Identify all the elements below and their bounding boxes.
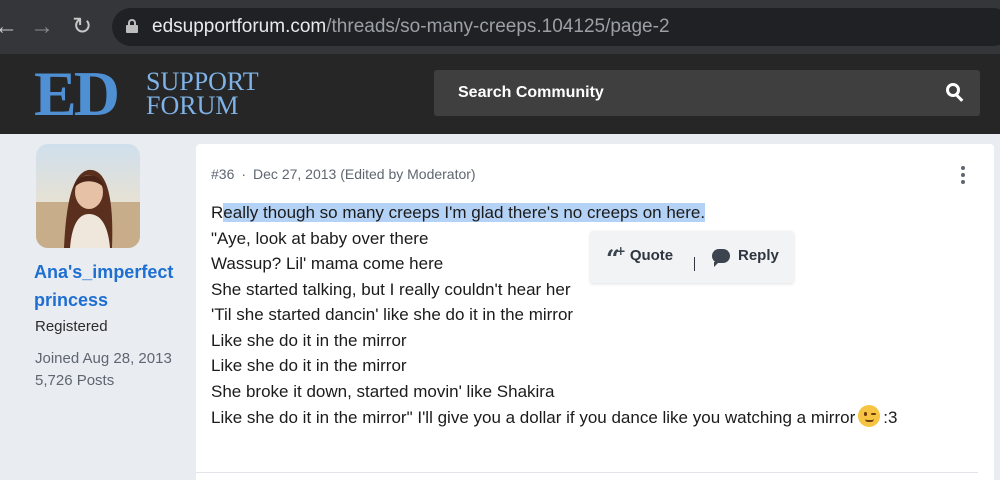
- quote-label: Quote: [629, 247, 674, 264]
- post-line: Like she do it in the mirror: [211, 356, 407, 375]
- selected-text: eally though so many creeps I'm glad the…: [223, 203, 706, 222]
- logo-wordmark: SUPPORT FORUM: [146, 69, 259, 120]
- selection-popup: “+ Quote Reply: [590, 231, 794, 283]
- meta-separator: ·: [241, 166, 247, 182]
- logo-mark: ED: [34, 58, 120, 129]
- reply-button[interactable]: Reply: [712, 247, 779, 267]
- user-join-date: Joined Aug 28, 2013: [35, 350, 172, 367]
- post-date[interactable]: Dec 27, 2013 (Edited by Moderator): [253, 166, 476, 182]
- url-path: /threads/so-many-creeps.104125/page-2: [326, 16, 670, 37]
- post-meta: #36 · Dec 27, 2013 (Edited by Moderator): [211, 166, 476, 182]
- user-post-count: 5,726 Posts: [35, 372, 115, 389]
- popup-divider: [694, 257, 695, 271]
- more-options-icon[interactable]: [960, 166, 966, 184]
- wink-emoji-icon: [858, 405, 881, 427]
- search-placeholder: Search Community: [458, 84, 604, 101]
- post-line: Really though so many creeps I'm glad th…: [211, 200, 981, 226]
- post-line: Like she do it in the mirror" I'll give …: [211, 404, 981, 432]
- post-divider: [196, 472, 978, 473]
- post-line: 'Til she started dancin' like she do it …: [211, 305, 574, 324]
- address-bar[interactable]: edsupportforum.com/threads/so-many-creep…: [112, 8, 1000, 46]
- back-arrow-icon[interactable]: ←: [0, 14, 18, 40]
- browser-toolbar: ← → ↻ edsupportforum.com/threads/so-many…: [0, 0, 1000, 54]
- url-domain: edsupportforum.com: [152, 16, 327, 37]
- post-line: Like she do it in the mirror: [211, 330, 407, 350]
- lock-icon[interactable]: [126, 19, 138, 33]
- search-icon[interactable]: [946, 83, 966, 103]
- speech-bubble-icon: [712, 248, 730, 267]
- quote-button[interactable]: “+ Quote: [606, 243, 674, 273]
- forward-arrow-icon[interactable]: →: [30, 14, 54, 40]
- post-author-name[interactable]: Ana's_imperfect princess: [34, 258, 194, 314]
- logo-line-forum: FORUM: [146, 91, 239, 120]
- last-line-suffix: :3: [883, 408, 898, 427]
- url-text[interactable]: edsupportforum.com/threads/so-many-creep…: [152, 16, 670, 38]
- site-header: ED SUPPORT FORUM Search Community: [0, 54, 1000, 134]
- reload-icon[interactable]: ↻: [72, 14, 92, 40]
- post-line: She broke it down, started movin' like S…: [211, 381, 555, 401]
- post-card: #36 · Dec 27, 2013 (Edited by Moderator) R…: [196, 144, 994, 480]
- reply-label: Reply: [738, 247, 779, 264]
- first-char: R: [211, 203, 224, 222]
- search-input[interactable]: Search Community: [434, 70, 980, 116]
- user-title: Registered: [35, 318, 108, 335]
- post-number[interactable]: #36: [211, 166, 234, 182]
- quote-icon: “+: [606, 243, 626, 273]
- last-line-text: Like she do it in the mirror" I'll give …: [211, 408, 856, 427]
- avatar[interactable]: [36, 144, 140, 248]
